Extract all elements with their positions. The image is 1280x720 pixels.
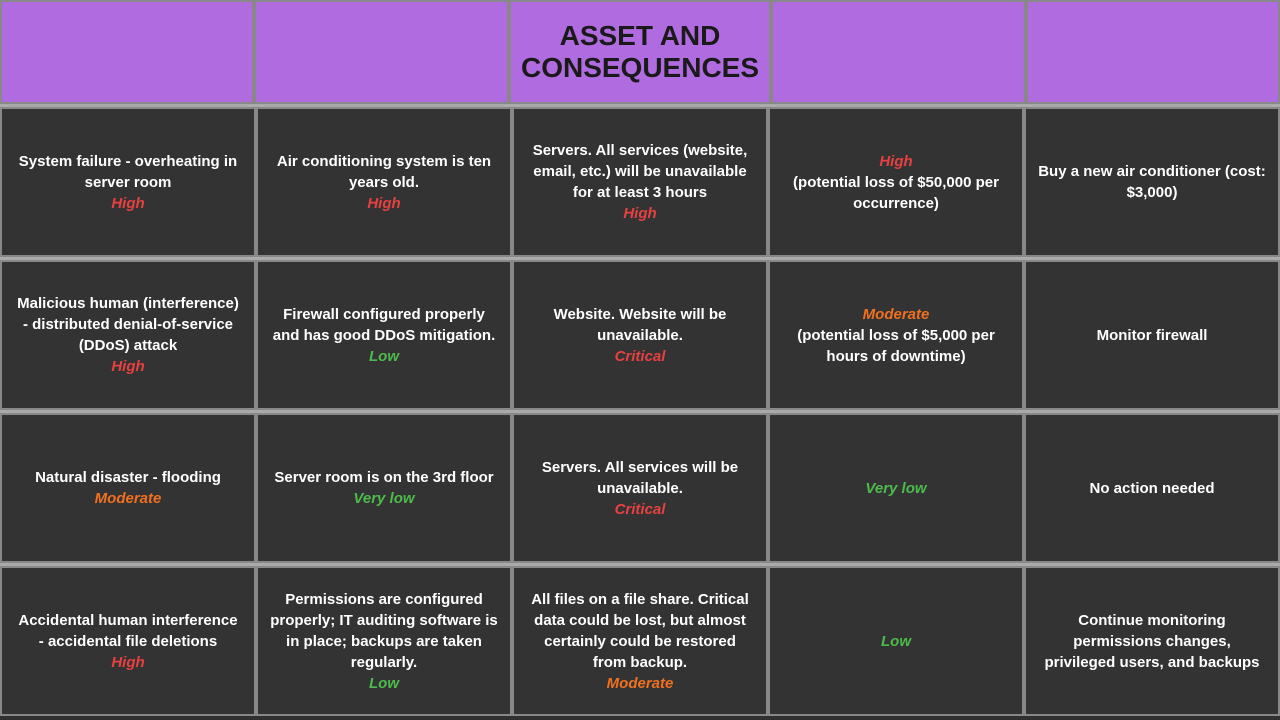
cell-threat-0: System failure - overheating in server r… — [0, 107, 256, 257]
solution-text: No action needed — [1089, 478, 1214, 499]
cell-asset-3: All files on a file share. Critical data… — [512, 566, 768, 716]
cell-asset-2: Servers. All services will be unavailabl… — [512, 413, 768, 563]
vulnerability-text: Firewall configured properly and has goo… — [270, 304, 498, 346]
asset-text: All files on a file share. Critical data… — [526, 589, 754, 673]
table-row: Accidental human interference - accident… — [0, 563, 1280, 716]
cell-threat-3: Accidental human interference - accident… — [0, 566, 256, 716]
risk-severity: High — [879, 151, 912, 172]
threat-severity: High — [111, 356, 144, 377]
header-threat — [0, 0, 254, 104]
vulnerability-text: Server room is on the 3rd floor — [274, 467, 493, 488]
asset-severity: High — [623, 203, 656, 224]
cell-vulnerability-3: Permissions are configured properly; IT … — [256, 566, 512, 716]
threat-text: Malicious human (interference) - distrib… — [14, 293, 242, 356]
asset-severity: Critical — [615, 499, 666, 520]
table-row: Natural disaster - floodingModerateServe… — [0, 410, 1280, 563]
cell-asset-1: Website. Website will be unavailable.Cri… — [512, 260, 768, 410]
solution-text: Buy a new air conditioner (cost: $3,000) — [1038, 161, 1266, 203]
asset-severity: Critical — [615, 346, 666, 367]
risk-extra: (potential loss of $50,000 per occurrenc… — [782, 172, 1010, 214]
cell-solution-0: Buy a new air conditioner (cost: $3,000) — [1024, 107, 1280, 257]
cell-risk-2: Very low — [768, 413, 1024, 563]
risk-severity: Very low — [865, 478, 926, 499]
vulnerability-text: Air conditioning system is ten years old… — [270, 151, 498, 193]
header-asset-label: ASSET ANDCONSEQUENCES — [521, 20, 759, 84]
cell-solution-1: Monitor firewall — [1024, 260, 1280, 410]
asset-text: Servers. All services (website, email, e… — [526, 140, 754, 203]
threat-severity: Moderate — [95, 488, 162, 509]
cell-vulnerability-0: Air conditioning system is ten years old… — [256, 107, 512, 257]
cell-risk-0: High(potential loss of $50,000 per occur… — [768, 107, 1024, 257]
cell-threat-2: Natural disaster - floodingModerate — [0, 413, 256, 563]
header-vulnerability — [254, 0, 508, 104]
cell-asset-0: Servers. All services (website, email, e… — [512, 107, 768, 257]
cell-risk-1: Moderate(potential loss of $5,000 per ho… — [768, 260, 1024, 410]
vulnerability-severity: High — [367, 193, 400, 214]
threat-text: Accidental human interference - accident… — [14, 610, 242, 652]
vulnerability-severity: Low — [369, 346, 399, 367]
header-asset: ASSET ANDCONSEQUENCES — [509, 0, 771, 104]
threat-severity: High — [111, 652, 144, 673]
risk-extra: (potential loss of $5,000 per hours of d… — [782, 325, 1010, 367]
asset-text: Website. Website will be unavailable. — [526, 304, 754, 346]
threat-text: System failure - overheating in server r… — [14, 151, 242, 193]
table-header: ASSET ANDCONSEQUENCES — [0, 0, 1280, 104]
cell-risk-3: Low — [768, 566, 1024, 716]
solution-text: Monitor firewall — [1097, 325, 1208, 346]
solution-text: Continue monitoring permissions changes,… — [1038, 610, 1266, 673]
table-body: System failure - overheating in server r… — [0, 104, 1280, 716]
table-row: Malicious human (interference) - distrib… — [0, 257, 1280, 410]
threat-text: Natural disaster - flooding — [35, 467, 221, 488]
cell-vulnerability-2: Server room is on the 3rd floorVery low — [256, 413, 512, 563]
vulnerability-severity: Low — [369, 673, 399, 694]
vulnerability-severity: Very low — [353, 488, 414, 509]
threat-severity: High — [111, 193, 144, 214]
asset-severity: Moderate — [607, 673, 674, 694]
header-risk — [771, 0, 1025, 104]
header-solution — [1026, 0, 1280, 104]
risk-severity: Moderate — [863, 304, 930, 325]
vulnerability-text: Permissions are configured properly; IT … — [270, 589, 498, 673]
cell-vulnerability-1: Firewall configured properly and has goo… — [256, 260, 512, 410]
cell-solution-3: Continue monitoring permissions changes,… — [1024, 566, 1280, 716]
cell-solution-2: No action needed — [1024, 413, 1280, 563]
table-row: System failure - overheating in server r… — [0, 104, 1280, 257]
asset-text: Servers. All services will be unavailabl… — [526, 457, 754, 499]
risk-severity: Low — [881, 631, 911, 652]
cell-threat-1: Malicious human (interference) - distrib… — [0, 260, 256, 410]
